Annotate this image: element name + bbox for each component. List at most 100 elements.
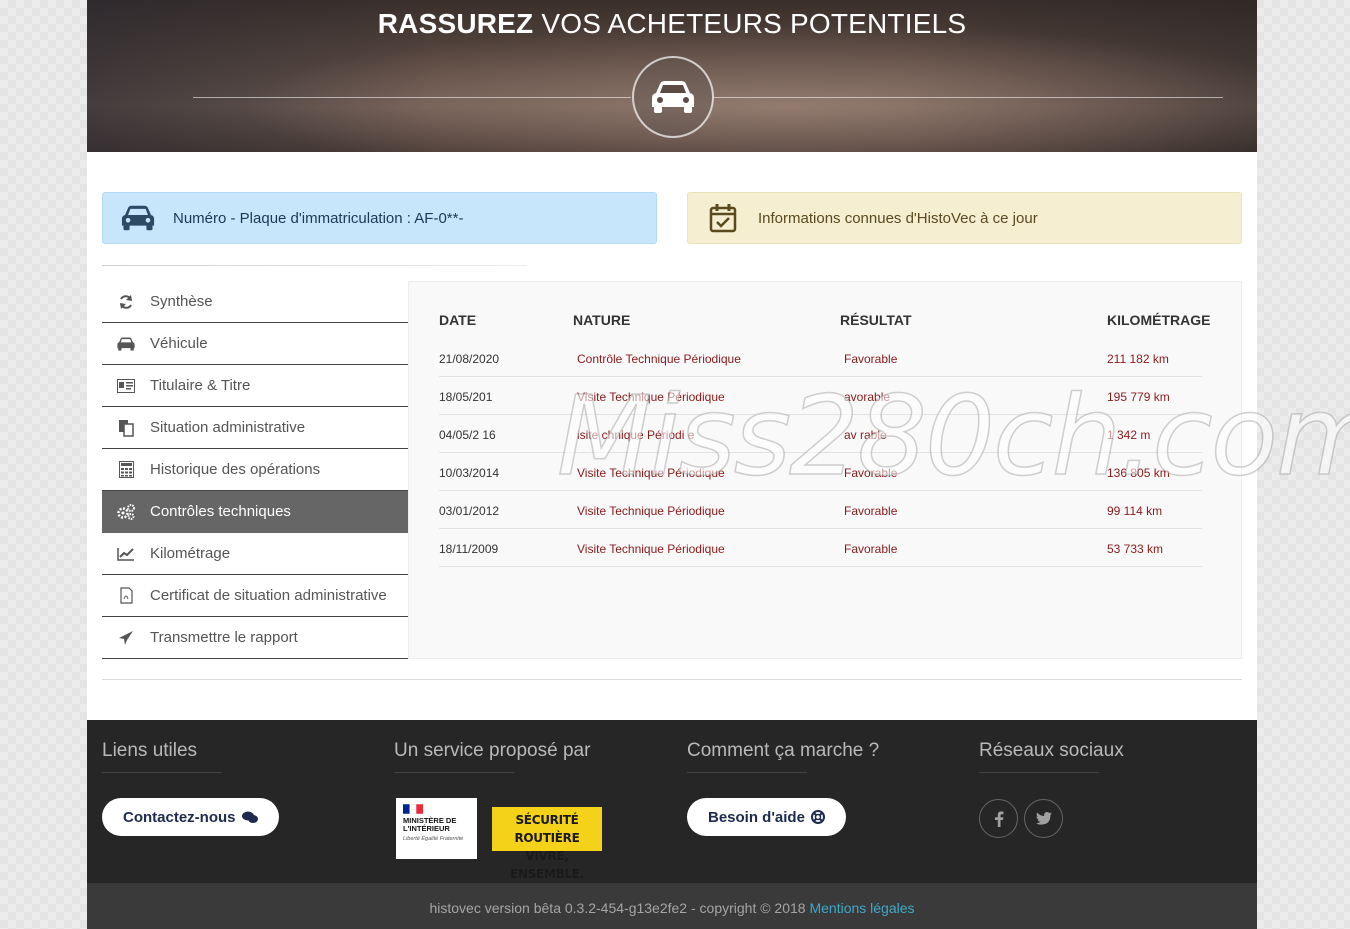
footer-col-service: Un service proposé par [394, 740, 590, 773]
hero-divider-right [713, 97, 1223, 98]
twitter-button[interactable] [1024, 799, 1063, 838]
cell-result: Favorable [844, 542, 898, 556]
cell-nature: Visite Technique Périodique [577, 390, 725, 404]
calculator-icon [102, 461, 150, 478]
sidebar-item-vehicule[interactable]: Véhicule [102, 323, 408, 365]
sidebar-item-controles[interactable]: Contrôles techniques [102, 491, 408, 533]
copyright-bar: histovec version bêta 0.3.2-454-g13e2fe2… [87, 883, 1257, 929]
cogs-icon [102, 503, 150, 520]
sidebar-item-label: Kilométrage [150, 545, 231, 562]
cell-result: av rable [844, 428, 887, 442]
sidebar-item-historique[interactable]: Historique des opérations [102, 449, 408, 491]
sr-logo-line2: VIVRE, ENSEMBLE. [510, 849, 584, 881]
footer-col-how: Comment ça marche ? [687, 740, 879, 773]
sidebar-item-label: Certificat de situation administrative [150, 587, 387, 604]
contact-button-label: Contactez-nous [123, 808, 236, 826]
info-banner: Informations connues d'HistoVec à ce jou… [687, 192, 1242, 244]
comments-icon [241, 811, 258, 823]
car-icon [121, 205, 155, 231]
sidebar-item-titulaire[interactable]: Titulaire & Titre [102, 365, 408, 407]
cell-km: 99 114 km [1107, 504, 1163, 518]
cell-date: 18/11/2009 [439, 542, 499, 556]
legal-link[interactable]: Mentions légales [809, 900, 914, 916]
ministry-logo-text: MINISTÈRE DE L'INTÉRIEUR [403, 816, 457, 833]
table-row: 03/01/2012 Visite Technique Périodique F… [439, 491, 1202, 529]
table-row: 21/08/2020 Contrôle Technique Périodique… [439, 339, 1202, 377]
header-date: DATE [439, 312, 477, 328]
sidebar-item-label: Transmettre le rapport [150, 629, 298, 646]
sidebar-item-label: Situation administrative [150, 419, 306, 436]
cell-result: Favorable [844, 504, 898, 518]
car-icon [102, 336, 150, 351]
table-row: 10/03/2014 Visite Technique Périodique F… [439, 453, 1202, 491]
sr-logo-line1: SÉCURITÉ ROUTIÈRE [514, 813, 580, 845]
cell-km: 195 779 km [1107, 390, 1170, 404]
twitter-icon [1035, 812, 1052, 825]
facebook-icon [994, 810, 1003, 827]
info-banner-text: Informations connues d'HistoVec à ce jou… [758, 209, 1038, 227]
cell-km: 136 805 km [1107, 466, 1170, 480]
french-flag-icon [403, 804, 423, 814]
help-button-label: Besoin d'aide [708, 808, 805, 826]
contact-button[interactable]: Contactez-nous [102, 798, 279, 836]
sidebar-item-situation[interactable]: Situation administrative [102, 407, 408, 449]
car-icon [652, 81, 694, 113]
table-row: 18/05/201 Visite Technique Périodique av… [439, 377, 1202, 415]
cell-km: 53 733 km [1107, 542, 1164, 556]
facebook-button[interactable] [979, 799, 1018, 838]
plate-banner: Numéro - Plaque d'immatriculation : AF-0… [102, 192, 657, 244]
hero-title: RASSUREZ VOS ACHETEURS POTENTIELS [87, 8, 1257, 40]
copyright-text: histovec version bêta 0.3.2-454-g13e2fe2… [429, 900, 806, 916]
cell-result: Favorable [844, 352, 898, 366]
table-row: 04/05/2 16 isite chnique Périodi e av ra… [439, 415, 1202, 453]
cell-nature: Visite Technique Périodique [577, 542, 725, 556]
header-result: RÉSULTAT [840, 312, 912, 328]
sidebar-menu: Synthèse Véhicule Titulaire & Titre Situ… [102, 281, 408, 659]
footer: Liens utiles Contactez-nous Un service p… [87, 720, 1257, 883]
sidebar-item-kilometrage[interactable]: Kilométrage [102, 533, 408, 575]
table-row: 18/11/2009 Visite Technique Périodique F… [439, 529, 1202, 567]
hero-banner: RASSUREZ VOS ACHETEURS POTENTIELS [87, 0, 1257, 152]
cell-nature: Visite Technique Périodique [577, 466, 725, 480]
cell-date: 21/08/2020 [439, 352, 500, 366]
divider [102, 265, 527, 266]
securite-routiere-logo[interactable]: SÉCURITÉ ROUTIÈRE VIVRE, ENSEMBLE. [492, 807, 602, 881]
lifebuoy-icon [810, 810, 825, 824]
id-card-icon [102, 378, 150, 393]
sidebar-item-label: Synthèse [150, 293, 213, 310]
cell-result: avorable [844, 390, 891, 404]
footer-col-links: Liens utiles [102, 740, 222, 773]
sidebar-item-certificat[interactable]: Certificat de situation administrative [102, 575, 408, 617]
page-container: RASSUREZ VOS ACHETEURS POTENTIELS Numéro… [87, 0, 1350, 929]
ministry-logo[interactable]: MINISTÈRE DE L'INTÉRIEUR Liberté Égalité… [396, 798, 477, 859]
sidebar-item-label: Titulaire & Titre [150, 377, 251, 394]
hero-title-bold: RASSUREZ [377, 8, 534, 39]
cell-date: 04/05/2 16 [439, 428, 496, 442]
sidebar-item-label: Historique des opérations [150, 461, 321, 478]
copy-icon [102, 419, 150, 437]
sidebar-item-transmettre[interactable]: Transmettre le rapport [102, 617, 408, 659]
help-button[interactable]: Besoin d'aide [687, 798, 846, 836]
header-nature: NATURE [573, 312, 631, 328]
cell-km: 1 342 m [1107, 428, 1151, 442]
cell-nature: Contrôle Technique Périodique [577, 352, 741, 366]
cell-date: 10/03/2014 [439, 466, 500, 480]
refresh-icon [102, 294, 150, 310]
header-km: KILOMÉTRAGE [1107, 312, 1211, 328]
footer-col-social: Réseaux sociaux [979, 740, 1124, 773]
hero-car-badge [632, 56, 714, 138]
plate-number-text: Numéro - Plaque d'immatriculation : AF-0… [173, 209, 464, 227]
cell-date: 18/05/201 [439, 390, 493, 404]
sidebar-item-synthese[interactable]: Synthèse [102, 281, 408, 323]
line-chart-icon [102, 547, 150, 561]
footer-title: Réseaux sociaux [979, 740, 1124, 761]
cell-nature: isite chnique Périodi e [577, 428, 695, 442]
cell-result: Favorable [844, 466, 898, 480]
pdf-icon [102, 587, 150, 604]
footer-title: Comment ça marche ? [687, 740, 880, 761]
cell-date: 03/01/2012 [439, 504, 500, 518]
footer-title: Liens utiles [102, 740, 198, 761]
hero-divider-left [193, 97, 631, 98]
cell-km: 211 182 km [1107, 352, 1169, 366]
cell-nature: Visite Technique Périodique [577, 504, 725, 518]
